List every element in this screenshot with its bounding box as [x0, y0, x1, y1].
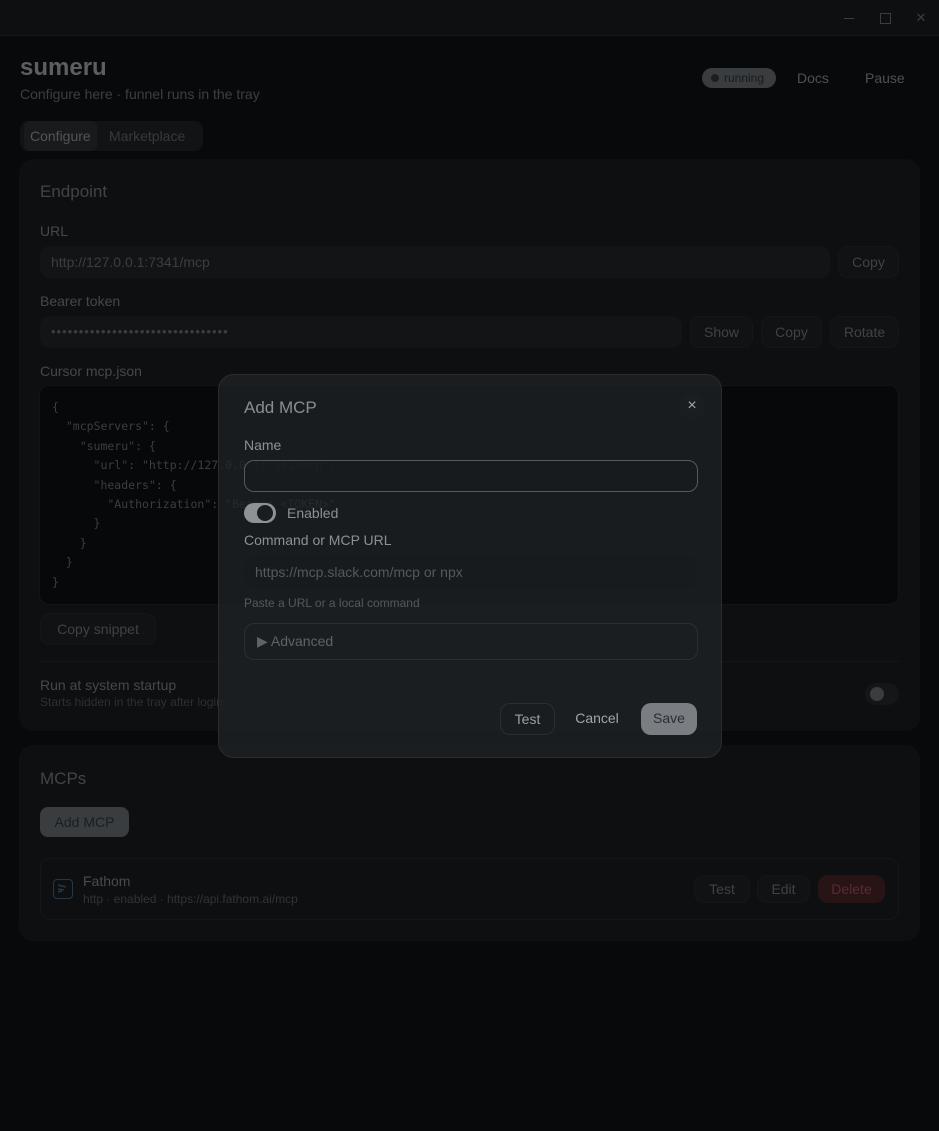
command-hint: Paste a URL or a local command: [244, 596, 420, 610]
add-mcp-dialog: Add MCP × Name Enabled Command or MCP UR…: [218, 374, 722, 758]
enabled-label: Enabled: [287, 505, 339, 521]
maximize-icon[interactable]: [876, 9, 894, 27]
save-button[interactable]: Save: [641, 703, 697, 735]
command-label: Command or MCP URL: [244, 532, 392, 548]
toggle-knob: [257, 505, 273, 521]
test-button[interactable]: Test: [500, 703, 555, 735]
minimize-icon[interactable]: [840, 9, 858, 27]
enabled-toggle[interactable]: [244, 503, 276, 523]
advanced-disclosure[interactable]: ▶ Advanced: [244, 623, 698, 660]
cancel-button[interactable]: Cancel: [563, 703, 631, 735]
close-window-icon[interactable]: ✕: [912, 9, 930, 27]
command-input[interactable]: https://mcp.slack.com/mcp or npx: [244, 556, 698, 588]
name-label: Name: [244, 437, 282, 453]
close-icon[interactable]: ×: [679, 393, 705, 419]
title-bar: ✕: [0, 0, 939, 36]
name-input[interactable]: [244, 460, 698, 492]
dialog-title: Add MCP: [244, 398, 317, 417]
